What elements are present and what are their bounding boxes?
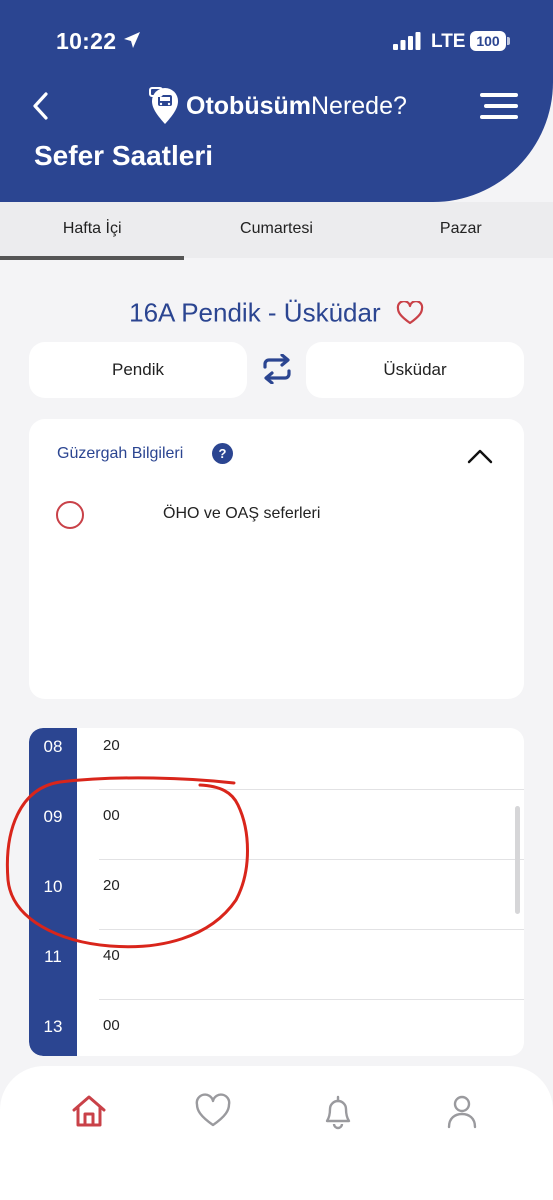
route-option-label: ÖHO ve OAŞ seferleri [163,505,321,522]
location-arrow-icon [124,32,140,48]
page-title: Sefer Saatleri [34,140,213,171]
table-row: 11 40 [29,930,524,1000]
app-header: 10:22 LTE 100 OtobüsümNerede? Sefer Saat… [0,0,553,202]
schedule-minute[interactable]: 00 [103,807,120,824]
direction-from-button[interactable]: Pendik [29,342,247,398]
route-option-radio[interactable] [56,501,84,529]
hamburger-menu-icon[interactable] [478,90,520,122]
schedule-hour: 13 [43,1017,63,1036]
profile-icon[interactable] [443,1092,481,1130]
table-row: 09 00 [29,790,524,860]
back-button[interactable] [26,88,56,124]
route-title: 16A Pendik - Üsküdar [129,297,381,328]
chevron-up-icon[interactable] [467,447,493,465]
table-row: 08 20 [29,728,524,790]
cellular-signal-icon [393,32,421,50]
schedule-list: 08 20 09 00 10 20 11 40 13 00 [29,728,524,1056]
notifications-icon[interactable] [319,1092,357,1130]
tab-saturday[interactable]: Cumartesi [184,202,368,258]
schedule-hour: 11 [44,947,62,966]
route-header: 16A Pendik - Üsküdar [0,296,553,329]
table-row: 13 00 [29,1000,524,1056]
swap-arrows-icon[interactable] [260,354,294,384]
table-row: 10 20 [29,860,524,930]
schedule-minute[interactable]: 20 [103,877,120,894]
tab-weekday[interactable]: Hafta İçi [0,202,185,260]
network-type: LTE [431,31,466,52]
day-tabs: Hafta İçi Cumartesi Pazar [0,202,553,260]
help-icon[interactable]: ? [212,443,233,464]
schedule-hour: 08 [43,737,63,756]
route-info-card: Güzergah Bilgileri ? ÖHO ve OAŞ seferler… [29,419,524,699]
battery-icon: 100 [470,31,506,51]
heart-outline-icon[interactable] [396,301,424,325]
status-time: 10:22 [56,28,117,54]
schedule-scrollbar[interactable] [515,806,520,914]
schedule-hour: 09 [43,807,63,826]
battery-tip [507,37,510,45]
route-info-title[interactable]: Güzergah Bilgileri [57,445,183,463]
home-icon[interactable] [70,1092,108,1130]
schedule-hour: 10 [43,877,63,896]
status-bar: 10:22 LTE 100 [0,0,553,84]
schedule-minute[interactable]: 00 [103,1017,120,1034]
schedule-minute[interactable]: 40 [103,947,120,964]
app-logo: OtobüsümNerede? [148,84,407,128]
logo-text-bold: Otobüsüm [186,91,311,120]
bottom-navigation [0,1066,553,1200]
bus-pin-logo-icon [149,87,178,124]
logo-text-light: Nerede? [311,91,407,120]
schedule-minute[interactable]: 20 [103,737,120,754]
favorites-icon[interactable] [194,1092,232,1130]
tab-sunday[interactable]: Pazar [369,202,553,258]
direction-to-button[interactable]: Üsküdar [306,342,524,398]
